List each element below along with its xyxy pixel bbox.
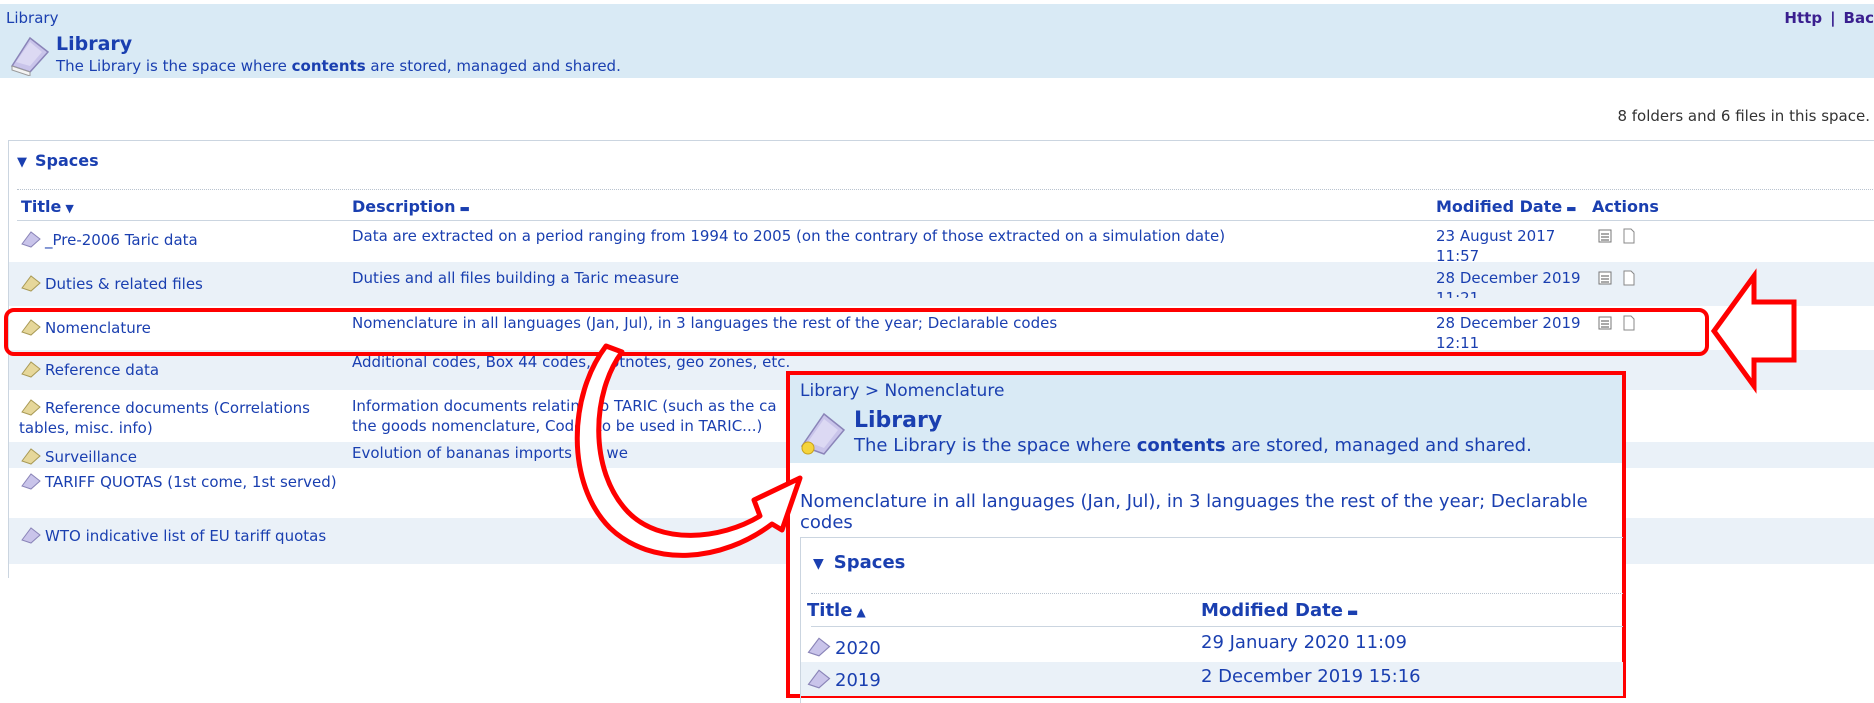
pointer-arrow-icon — [1710, 268, 1797, 394]
curved-arrow-icon — [574, 343, 803, 558]
annotation-arrows — [574, 268, 1797, 558]
